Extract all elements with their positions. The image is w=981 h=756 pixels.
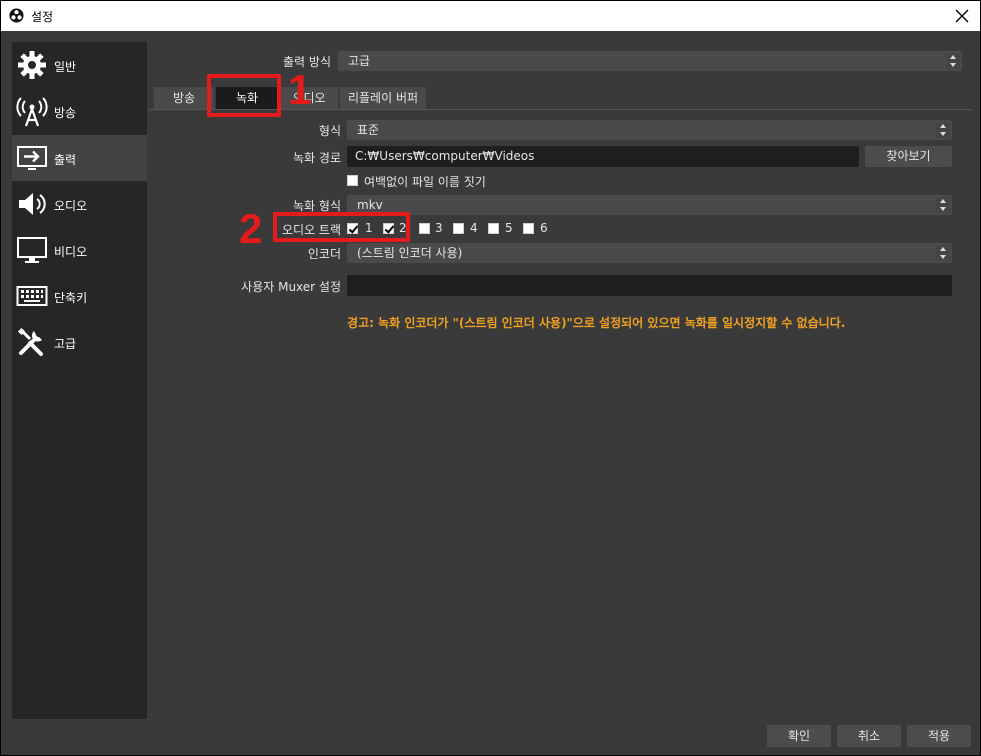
muxer-settings-input[interactable] xyxy=(347,275,952,296)
chevron-updown-icon xyxy=(936,245,950,261)
sidebar-item-label: 오디오 xyxy=(54,199,88,213)
settings-window: 설정 일반 방송 출력 오디오 비디오 단축키 고급 출력 방식 고급 방송 녹… xyxy=(0,0,981,756)
settings-sidebar: 일반 방송 출력 오디오 비디오 단축키 고급 xyxy=(12,42,147,719)
close-button[interactable] xyxy=(950,4,974,28)
annotation-box-recording-tab xyxy=(207,74,281,117)
sidebar-item-label: 단축키 xyxy=(54,291,88,305)
tab-label: 리플레이 버퍼 xyxy=(347,91,419,105)
tab-stream[interactable]: 방송 xyxy=(154,87,214,110)
sidebar-item-audio[interactable]: 오디오 xyxy=(12,181,147,227)
encoder-select[interactable]: (스트림 인코더 사용) xyxy=(347,243,952,263)
recording-format-select[interactable]: mkv xyxy=(347,195,952,215)
recording-path-input[interactable]: C:₩Users₩computer₩Videos xyxy=(347,146,859,167)
chevron-updown-icon xyxy=(946,53,960,69)
sidebar-item-video[interactable]: 비디오 xyxy=(12,227,147,273)
gear-icon xyxy=(18,51,46,79)
keyboard-icon xyxy=(16,286,48,306)
track-label: 3 xyxy=(435,221,443,235)
output-mode-select[interactable]: 고급 xyxy=(338,51,962,71)
recording-type-value: 표준 xyxy=(357,123,380,137)
sidebar-item-label: 출력 xyxy=(54,153,77,167)
browse-button[interactable]: 찾아보기 xyxy=(865,146,952,167)
recording-type-select[interactable]: 표준 xyxy=(347,120,952,140)
antenna-icon xyxy=(16,97,48,127)
track-label: 6 xyxy=(540,221,548,235)
sidebar-item-label: 비디오 xyxy=(54,245,88,259)
annotation-number: 2 xyxy=(239,205,263,252)
tab-label: 방송 xyxy=(172,91,196,105)
sidebar-item-stream[interactable]: 방송 xyxy=(12,88,147,134)
sidebar-item-advanced[interactable]: 고급 xyxy=(12,319,147,365)
sidebar-item-general[interactable]: 일반 xyxy=(12,42,147,88)
annotation-number: 1 xyxy=(288,66,312,113)
track-6-checkbox[interactable] xyxy=(523,223,534,234)
sidebar-item-hotkeys[interactable]: 단축키 xyxy=(12,273,147,319)
pause-warning-text: 경고: 녹화 인코더가 "(스트림 인코더 사용)"으로 설정되어 있으면 녹화… xyxy=(347,316,846,330)
output-icon xyxy=(17,146,47,170)
recording-path-label: 녹화 경로 xyxy=(293,151,341,165)
tab-replay-buffer[interactable]: 리플레이 버퍼 xyxy=(340,87,426,110)
recording-format-value: mkv xyxy=(357,198,383,212)
track-4-checkbox[interactable] xyxy=(453,223,464,234)
ok-button[interactable]: 확인 xyxy=(767,725,831,747)
cancel-button[interactable]: 취소 xyxy=(837,725,901,747)
track-label: 4 xyxy=(470,221,478,235)
track-label: 5 xyxy=(505,221,513,235)
recording-path-value: C:₩Users₩computer₩Videos xyxy=(355,149,535,163)
obs-logo-icon xyxy=(9,8,24,23)
window-title: 설정 xyxy=(31,10,54,24)
encoder-label: 인코더 xyxy=(307,247,341,261)
chevron-updown-icon xyxy=(936,197,950,213)
speaker-icon xyxy=(19,193,46,215)
monitor-icon xyxy=(17,237,47,263)
encoder-value: (스트림 인코더 사용) xyxy=(357,246,463,260)
apply-button[interactable]: 적용 xyxy=(907,725,971,747)
sidebar-item-label: 일반 xyxy=(54,60,77,74)
no-space-filename-checkbox[interactable] xyxy=(347,175,358,186)
chevron-updown-icon xyxy=(936,122,950,138)
sidebar-item-output[interactable]: 출력 xyxy=(12,135,147,181)
output-mode-value: 고급 xyxy=(348,54,371,68)
recording-type-label: 형식 xyxy=(318,124,341,138)
track-3-checkbox[interactable] xyxy=(419,223,430,234)
no-space-filename-label: 여백없이 파일 이름 짓기 xyxy=(364,175,486,189)
sidebar-item-label: 방송 xyxy=(54,106,77,120)
muxer-settings-label: 사용자 Muxer 설정 xyxy=(241,280,341,294)
track-5-checkbox[interactable] xyxy=(488,223,499,234)
tools-icon xyxy=(17,327,43,356)
close-icon xyxy=(955,9,969,23)
sidebar-item-label: 고급 xyxy=(54,337,77,351)
title-bar: 설정 xyxy=(1,1,980,31)
annotation-box-audio-tracks xyxy=(273,212,410,242)
